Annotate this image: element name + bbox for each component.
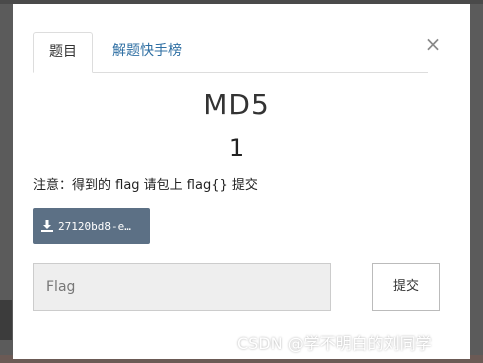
- tab-solves-leaderboard[interactable]: 解题快手榜: [97, 32, 197, 72]
- tab-challenge-label: 题目: [49, 44, 77, 60]
- download-file-button[interactable]: 27120bd8-e…: [33, 208, 150, 244]
- watermark: CSDN @学不明白的刘同学: [237, 334, 432, 353]
- challenge-modal: 题目 解题快手榜 × MD5 1 注意：得到的 flag 请包上 flag{} …: [13, 4, 470, 359]
- tab-solves-leaderboard-label: 解题快手榜: [112, 43, 182, 59]
- tab-challenge[interactable]: 题目: [33, 32, 93, 73]
- backdrop-fragment: [0, 300, 12, 340]
- flag-input[interactable]: [33, 263, 331, 311]
- download-icon: [41, 220, 53, 232]
- challenge-title: MD5: [203, 88, 270, 121]
- download-file-label: 27120bd8-e…: [58, 219, 131, 233]
- modal-tabs: 题目 解题快手榜: [33, 32, 428, 73]
- close-icon[interactable]: ×: [423, 32, 443, 56]
- flag-format-notice: 注意：得到的 flag 请包上 flag{} 提交: [33, 178, 258, 193]
- submit-button[interactable]: 提交: [372, 263, 440, 311]
- challenge-points: 1: [228, 134, 245, 162]
